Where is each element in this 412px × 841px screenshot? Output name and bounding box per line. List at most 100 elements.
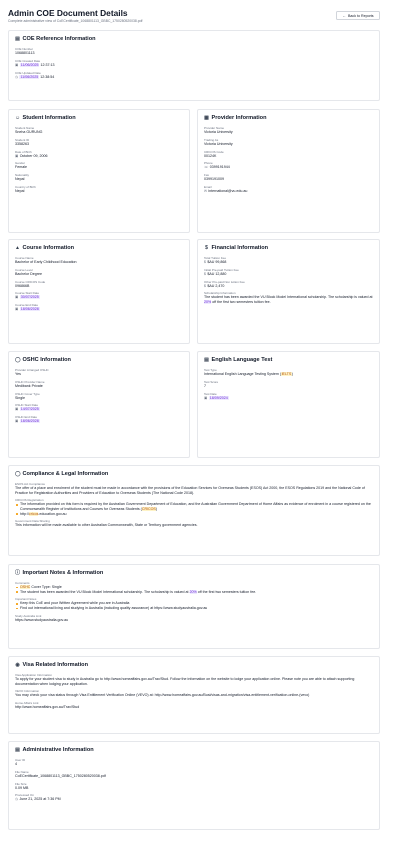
page-subtitle: Complete administrative view of CoECerti… bbox=[8, 19, 143, 23]
cricos-bullet-2[interactable]: http://cricos.education.gov.au bbox=[15, 511, 373, 517]
user-id-value: 4 bbox=[15, 762, 17, 766]
notes-card: ⓘ Important Notes & Information Comments … bbox=[8, 564, 380, 649]
financial-info-title: Financial Information bbox=[211, 245, 269, 251]
fax-value: 0399191009 bbox=[204, 177, 224, 182]
test-date-value: 18/09/2024 bbox=[208, 395, 229, 400]
non-tuition-value: $AU 2,470 bbox=[207, 283, 225, 288]
course-name-value: Bachelor of Early Childhood Education bbox=[15, 260, 77, 264]
oshc-info-card: ◯ OSHC Information Provider Arranged OSHC… bbox=[8, 351, 190, 458]
nationality-value: Nepal bbox=[15, 177, 25, 182]
coe-created-date: 11/06/2025 bbox=[19, 62, 40, 67]
building-icon: ▦ bbox=[204, 115, 209, 121]
data-sharing-text: This information will be made available … bbox=[15, 523, 198, 528]
visa-title: Visa Related Information bbox=[22, 662, 88, 668]
student-info-card: ☺ Student Information Student Name Sneha G… bbox=[8, 109, 190, 233]
user-icon: ☺ bbox=[15, 115, 21, 121]
file-size-value: 0.09 MB bbox=[15, 785, 29, 790]
book-icon: ▤ bbox=[204, 357, 209, 363]
english-test-title: English Language Test bbox=[211, 357, 273, 363]
admin-title: Administrative Information bbox=[22, 747, 94, 753]
calendar-icon: ▣ bbox=[15, 307, 19, 312]
gender-value: Female bbox=[15, 165, 27, 170]
initial-tuition-value: $AU 12,880 bbox=[207, 271, 227, 276]
scholarship-percent: 20% bbox=[204, 299, 212, 304]
english-test-card: ▤ English Language Test Test Type Interna… bbox=[197, 351, 380, 458]
coe-reference-title: COE Reference Information bbox=[22, 36, 96, 42]
compliance-title: Compliance & Legal Information bbox=[22, 471, 109, 477]
dollar-icon: $ bbox=[204, 271, 206, 276]
oshc-info-title: OSHC Information bbox=[22, 357, 71, 363]
oshc-cover-value: Single bbox=[15, 395, 25, 400]
graduation-cap-icon: ▲ bbox=[15, 245, 20, 251]
student-name-value: Sneha GURUNG bbox=[15, 130, 43, 134]
compliance-card: ◯ Compliance & Legal Information ESOS Act… bbox=[8, 465, 380, 556]
calendar-icon: ▣ bbox=[15, 153, 19, 158]
visa-card: ◉ Visa Related Information Visa Applicati… bbox=[8, 656, 380, 734]
course-info-title: Course Information bbox=[22, 245, 75, 251]
course-start-value: 30/07/2025 bbox=[19, 295, 40, 300]
student-info-title: Student Information bbox=[22, 115, 76, 121]
document-icon: ▤ bbox=[15, 36, 20, 42]
comment-2: The student has been awarded the VU Bloc… bbox=[15, 589, 373, 595]
coe-created-time: 12:37:13 bbox=[40, 62, 55, 67]
student-id-value: 3358263 bbox=[15, 141, 29, 146]
dollar-icon: $ bbox=[204, 260, 206, 264]
globe-icon: ◉ bbox=[15, 662, 20, 668]
coe-number-value: 1068801113 bbox=[15, 51, 35, 55]
calendar-icon: ▣ bbox=[15, 295, 19, 300]
clock-icon: ◷ bbox=[15, 797, 18, 802]
mail-icon: ✉ bbox=[204, 188, 207, 193]
visa-app-text: To apply for your student visa to study … bbox=[15, 677, 355, 686]
scholarship-text: The student has been awarded the VU Bloc… bbox=[204, 295, 373, 304]
shield-icon: ◯ bbox=[15, 357, 21, 363]
cricos-bullet-1: The information provided on this form is… bbox=[15, 502, 373, 511]
file-name-value: CoECertificate_1068801113_GBBC_175028052… bbox=[15, 773, 106, 778]
test-score-value: 7 bbox=[204, 383, 206, 388]
oshc-end-value: 18/06/2028 bbox=[19, 419, 40, 424]
vevo-text: You may check your visa status through V… bbox=[15, 693, 310, 698]
test-type-code: IELTS bbox=[281, 372, 292, 376]
email-value[interactable]: international@vu.edu.au bbox=[208, 189, 247, 193]
home-affairs-link[interactable]: http://www.homeaffairs.gov.au/Trav/Stud bbox=[15, 705, 373, 710]
calendar-icon: ▣ bbox=[204, 395, 208, 400]
test-type-value: International English Language Testing S… bbox=[204, 372, 279, 376]
financial-info-card: $ Financial Information Total Tuition Fee… bbox=[197, 239, 380, 344]
calendar-icon: ▣ bbox=[15, 407, 19, 412]
page-title: Admin COE Document Details bbox=[8, 8, 128, 18]
coe-reference-card: ▤ COE Reference Information COE Number 10… bbox=[8, 30, 380, 101]
back-to-reports-button[interactable]: ← Back to Reports bbox=[336, 11, 380, 20]
dob-value: October 09, 2006 bbox=[19, 153, 48, 158]
calendar-icon: ▣ bbox=[15, 419, 19, 424]
dollar-icon: $ bbox=[204, 283, 206, 288]
dollar-icon: $ bbox=[205, 245, 208, 251]
notes-title: Important Notes & Information bbox=[22, 570, 104, 576]
admin-card: ▤ Administrative Information User ID 4 Fil… bbox=[8, 741, 380, 830]
esos-text: The offer of a place and enrolment of th… bbox=[15, 486, 365, 495]
study-link[interactable]: https://www.studyaustralia.gov.au bbox=[15, 618, 373, 623]
arrow-left-icon: ← bbox=[342, 13, 346, 18]
provider-arranged-value: Yes bbox=[15, 372, 21, 376]
back-button-label: Back to Reports bbox=[348, 13, 374, 18]
shield-icon: ◯ bbox=[15, 471, 21, 477]
oshc-provider-value: Medibank Private bbox=[15, 383, 43, 388]
important-note-2: Find out international living and studyi… bbox=[15, 606, 373, 611]
phone-icon: ☏ bbox=[204, 165, 209, 170]
provider-info-title: Provider Information bbox=[211, 115, 267, 121]
coe-updated-date: 11/06/2025 bbox=[19, 74, 40, 79]
cricos-code-value: 00124K bbox=[204, 153, 217, 158]
database-icon: ▤ bbox=[15, 747, 20, 753]
page-header: Admin COE Document Details Complete admi… bbox=[8, 8, 380, 23]
course-cricos-value: 096866B bbox=[15, 283, 30, 288]
course-end-value: 18/06/2028 bbox=[19, 307, 40, 312]
phone-value: 0399191944 bbox=[209, 165, 230, 170]
processed-on-value: June 21, 2025 at 7:36 PM bbox=[19, 797, 61, 802]
oshc-start-value: 14/07/2025 bbox=[19, 407, 40, 412]
provider-info-card: ▦ Provider Information Provider Name Victo… bbox=[197, 109, 380, 233]
trading-as-value: Victoria University bbox=[204, 141, 233, 146]
total-tuition-value: $AU 99,868 bbox=[207, 260, 227, 264]
course-level-value: Bachelor Degree bbox=[15, 271, 42, 276]
provider-name-value: Victoria University bbox=[204, 130, 233, 134]
info-icon: ⓘ bbox=[15, 570, 21, 576]
country-of-birth-value: Nepal bbox=[15, 188, 25, 193]
coe-updated-time: 12:38:54 bbox=[40, 74, 55, 79]
